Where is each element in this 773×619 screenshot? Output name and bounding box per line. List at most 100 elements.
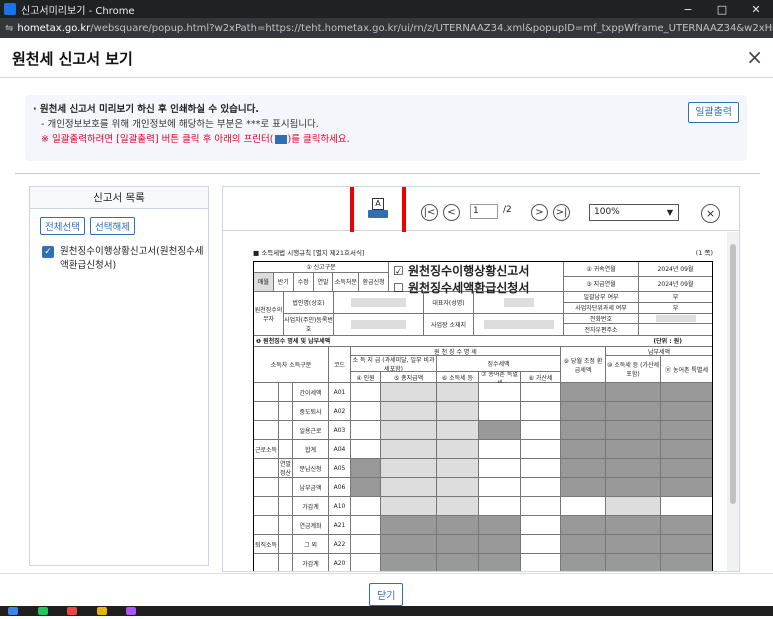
row-group-cell: 퇴직소득	[254, 535, 279, 553]
first-page-icon[interactable]: |<	[421, 204, 438, 221]
deselect-all-button[interactable]: 선택해제	[89, 217, 135, 235]
taskbar-icon[interactable]	[96, 607, 107, 615]
table-cell	[561, 402, 606, 420]
row-subgroup-cell	[279, 478, 293, 496]
type-half: 반기	[274, 272, 294, 291]
window-close-icon[interactable]: ✕	[739, 3, 773, 16]
taskbar-icon[interactable]	[126, 607, 136, 615]
taskbar-icon[interactable]	[67, 607, 77, 615]
table-cell	[351, 516, 381, 534]
table-cell	[561, 421, 606, 439]
table-cell	[437, 440, 479, 458]
scrollbar-thumb[interactable]	[730, 244, 736, 504]
row-subgroup-cell	[279, 516, 293, 534]
pay-year-row: ③ 지급연월 2024년 09월	[564, 276, 712, 291]
table-cell	[561, 554, 606, 571]
row-code: A22	[329, 535, 351, 553]
table-cell	[437, 459, 479, 477]
table-cell	[661, 478, 712, 496]
col-income-tax-header: ⑥ 소득세 등	[437, 372, 479, 383]
table-cell	[606, 554, 661, 571]
col-total-header: ⑤ 총지급액	[381, 372, 437, 383]
row-group-cell	[254, 516, 279, 534]
row-code: A10	[329, 497, 351, 515]
masked-address	[483, 319, 554, 329]
next-page-icon[interactable]: >	[531, 204, 548, 221]
taskbar-icon[interactable]	[8, 607, 18, 615]
row-subgroup-cell	[279, 402, 293, 420]
col-count-header: ④ 인원	[351, 372, 381, 383]
print-all-button[interactable]: 일괄출력	[688, 102, 739, 123]
col-pay-rural-header: ⑪ 농어촌 특별세	[665, 366, 708, 374]
row-group-cell	[254, 459, 279, 477]
notice-line-1: · 원천세 신고서 미리보기 하신 후 인쇄하실 수 있습니다.	[33, 104, 259, 115]
type-refund: 환급신청	[362, 279, 385, 287]
payment-subheader: ⑩ 소득세 등 (가산세 포함) ⑪ 농어촌 특별세	[606, 356, 712, 382]
form-title-row: ① 신고구분 매월 반기 수정 연말 소득처분 환급신청 ☑ 원천징수이행상황신…	[254, 262, 712, 295]
select-all-button[interactable]: 전체선택	[40, 217, 85, 235]
row-group-cell	[254, 402, 279, 420]
corp-row: 법인명(상호) 대표자(성명)	[284, 292, 563, 314]
notice-line-3-prefix: ※ 일괄출력하려면 [일괄출력] 버튼 클릭 후 아래의 프린터(	[41, 134, 274, 145]
row-label: 그 외	[293, 535, 329, 553]
table-cell	[521, 402, 561, 420]
table-row: 가감계 A20	[254, 554, 712, 571]
table-row: 퇴직소득 그 외 A22	[254, 535, 712, 554]
report-list-header: 신고서 목록	[30, 187, 208, 209]
report-type-box: ① 신고구분 매월 반기 수정 연말 소득처분 환급신청	[254, 262, 389, 291]
table-cell	[381, 497, 437, 515]
table-cell	[479, 383, 521, 401]
last-page-icon[interactable]: >|	[553, 204, 570, 221]
chevron-down-icon: ▼	[666, 208, 673, 217]
table-cell	[521, 497, 561, 515]
site-info-icon[interactable]: ⇋	[5, 23, 13, 34]
attr-year-label: ② 귀속연월	[564, 262, 639, 276]
table-cell	[661, 383, 712, 401]
row-label: 일용근로	[293, 421, 329, 439]
viewer-close-icon[interactable]: ×	[701, 204, 720, 223]
prev-page-icon[interactable]: <	[443, 204, 460, 221]
table-cell	[661, 535, 712, 553]
table-cell	[479, 440, 521, 458]
close-button[interactable]: 닫기	[369, 583, 404, 606]
masked-phone	[655, 314, 696, 322]
row-group-cell: 근로소득	[254, 440, 279, 458]
notice-line-3: ※ 일괄출력하려면 [일괄출력] 버튼 클릭 후 아래의 프린터( )를 클릭하세…	[33, 132, 739, 147]
row-code: A20	[329, 554, 351, 571]
table-row: 간이세액 A01	[254, 383, 712, 402]
bulk-pay-row: 일괄납부 여부 부	[564, 292, 712, 303]
viewer-scrollbar[interactable]	[727, 232, 739, 571]
page-label: (1 쪽)	[695, 249, 713, 257]
row-label: 간이세액	[293, 383, 329, 401]
popup-close-icon[interactable]: ×	[746, 45, 763, 69]
printer-icon-inline	[274, 135, 287, 144]
col-rural-header: ⑦ 농어촌 특별세	[479, 372, 521, 383]
table-cell	[661, 516, 712, 534]
table-cell	[381, 402, 437, 420]
popup-header: 원천세 신고서 보기 ×	[0, 38, 773, 78]
table-cell	[351, 383, 381, 401]
address-bar[interactable]: ⇋ hometax.go.kr /websquare/popup.html?w2…	[0, 18, 773, 38]
table-cell	[661, 440, 712, 458]
col-withholding-header: 원 천 징 수 명 세	[351, 347, 560, 356]
table-cell	[381, 459, 437, 477]
table-cell	[351, 440, 381, 458]
page-number-input[interactable]: 1	[470, 204, 498, 219]
withholding-form: ① 신고구분 매월 반기 수정 연말 소득처분 환급신청 ☑ 원천징수이행상황신…	[253, 261, 713, 571]
minimize-icon[interactable]: −	[671, 3, 705, 16]
checkbox-checked-icon[interactable]: ✓	[42, 246, 54, 258]
notice-line-3-suffix: )를 클릭하세요.	[287, 134, 350, 145]
sub-header-row: 소 득 지 급 (과세미달, 일부 비과세포함) 징수세액	[351, 356, 560, 372]
maximize-icon[interactable]: □	[705, 3, 739, 16]
list-item[interactable]: ✓ 원천징수이행상황신고서(원천징수세액환급신청서)	[30, 235, 208, 273]
table-cell	[479, 516, 521, 534]
app-icon	[4, 3, 16, 15]
col-code-header: 코드	[329, 347, 351, 382]
masked-reg-no	[351, 319, 406, 329]
taskbar-icon[interactable]	[37, 607, 48, 615]
report-type-label: ① 신고구분	[254, 262, 388, 273]
zoom-select[interactable]: 100% ▼	[589, 204, 679, 221]
table-cell	[479, 478, 521, 496]
table-cell	[521, 459, 561, 477]
table-cell	[479, 402, 521, 420]
